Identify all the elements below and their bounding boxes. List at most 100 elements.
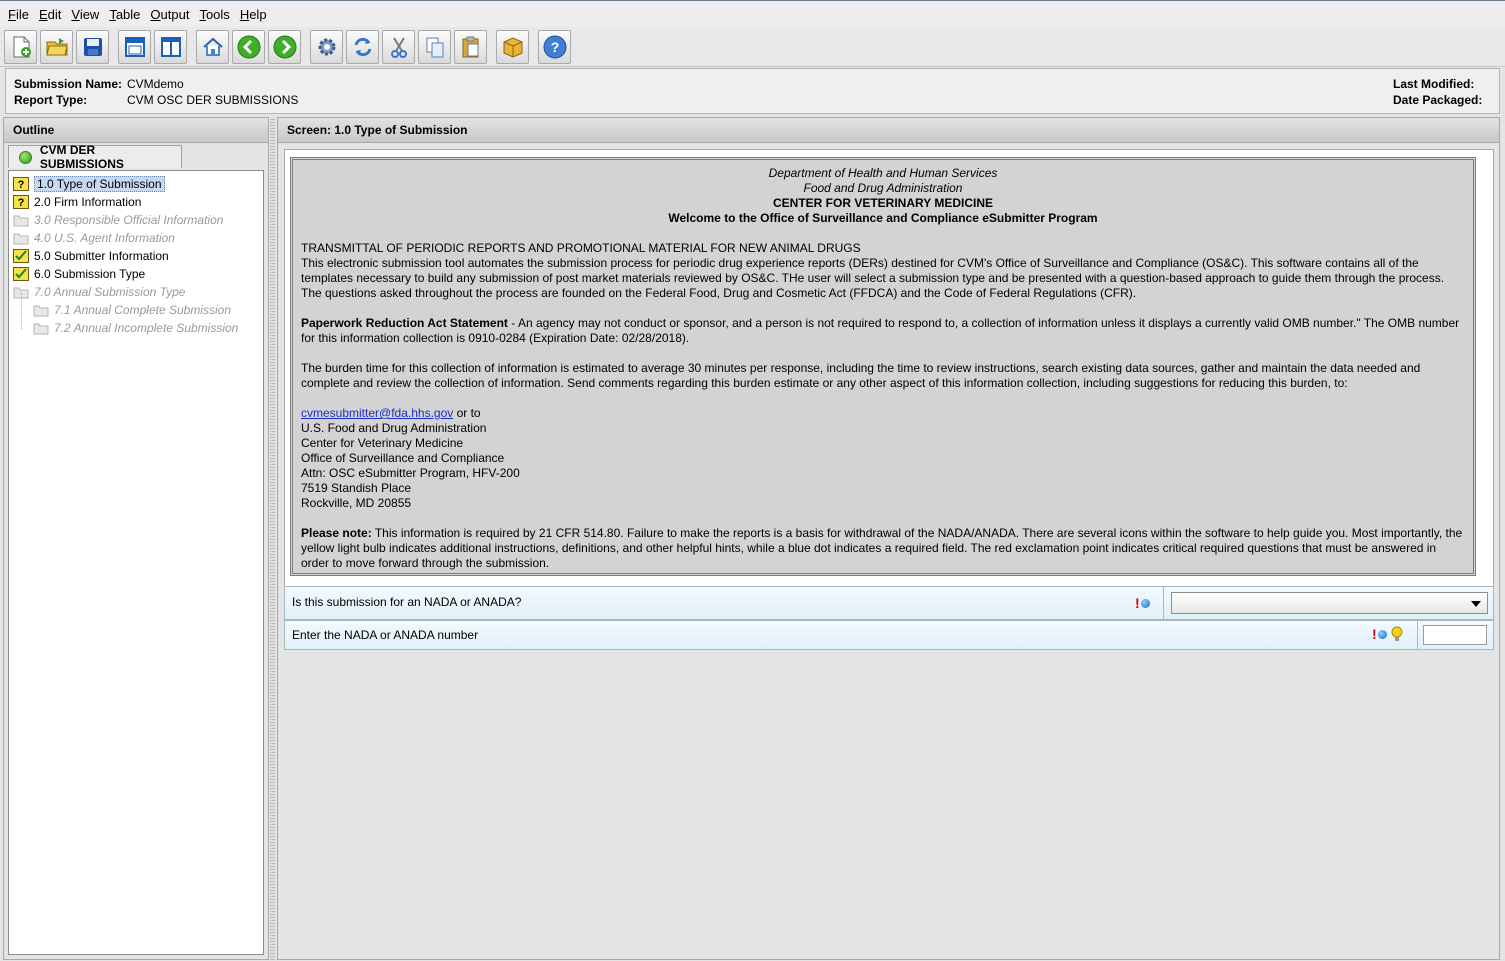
tree-item-label: 6.0 Submission Type [34,267,146,281]
burden-statement: The burden time for this collection of i… [301,361,1421,390]
split-window-icon [160,36,181,57]
paste-button[interactable] [454,29,487,64]
welcome-line: Welcome to the Office of Surveillance an… [668,211,1098,225]
menu-item[interactable]: File [3,7,34,22]
split-window-button[interactable] [154,29,187,64]
paste-icon [462,36,478,57]
menu-label: elp [249,6,267,22]
outline-title: Outline [4,118,268,143]
intro-text-box: Department of Health and Human Services … [290,157,1476,576]
menu-item[interactable]: Tools [194,7,234,22]
required-dot-icon [1377,629,1387,639]
help-icon: ? [543,35,566,58]
menu-item[interactable]: Table [104,7,145,22]
tree-item-label: 5.0 Submitter Information [34,249,169,263]
cut-button[interactable] [382,29,415,64]
menu-bar: File Edit View Table Output Tools Help [0,0,1505,27]
copy-icon [426,37,443,57]
required-markers: ! [1372,626,1404,642]
menu-mnemonic: H [239,6,250,22]
tree-item[interactable]: 6.0 Submission Type [13,265,145,283]
nada-number-field[interactable] [1423,625,1487,645]
back-button[interactable] [232,29,265,64]
tree-item: 7.2 Annual Incomplete Submission [33,319,238,337]
home-button[interactable] [196,29,229,64]
required-markers: ! [1135,595,1150,611]
help-button[interactable]: ? [538,29,571,64]
tree-item[interactable]: 5.0 Submitter Information [13,247,169,265]
last-modified-label: Last Modified: [1393,77,1475,91]
svg-text:?: ? [18,179,25,191]
tree-item-label: 7.0 Annual Submission Type [34,285,186,299]
tree-item-label: 1.0 Type of Submission [34,176,165,192]
address-line: Office of Surveillance and Compliance [301,451,505,465]
new-document-button[interactable] [4,29,37,64]
back-arrow-icon [237,35,260,58]
submission-header: Submission Name: CVMdemo Report Type: CV… [5,68,1500,114]
tree-item: 7.0 Annual Submission Type [13,283,185,301]
center-line: CENTER FOR VETERINARY MEDICINE [772,196,994,210]
dept-line: Department of Health and Human Services [768,166,998,180]
submission-name-label: Submission Name: [14,77,123,91]
outline-tree: ? 1.0 Type of Submission? 2.0 Firm Informa… [8,170,264,955]
menu-item[interactable]: View [66,7,104,22]
check-status-icon [13,267,29,281]
question-status-icon: ? [13,177,29,191]
critical-exclamation-icon: ! [1135,595,1140,611]
settings-button[interactable] [310,29,343,64]
forward-button[interactable] [268,29,301,64]
menu-mnemonic: V [71,6,80,22]
open-button[interactable] [40,29,73,64]
toolbar: ? [0,27,1505,67]
folder-icon [33,321,49,335]
menu-label: iew [79,6,100,22]
menu-mnemonic: F [8,6,16,22]
chevron-down-icon [1471,601,1481,607]
date-packaged-label: Date Packaged: [1393,93,1483,107]
screen-title: Screen: 1.0 Type of Submission [278,118,1499,143]
new-document-icon [13,36,31,57]
agency-line: Food and Drug Administration [803,181,963,195]
panel-splitter[interactable] [270,117,275,960]
package-button[interactable] [496,29,529,64]
question-label: Enter the NADA or ANADA number [292,628,479,642]
paperwork-label: Paperwork Reduction Act Statement [301,316,508,330]
tree-item: 3.0 Responsible Official Information [13,211,223,229]
menu-item[interactable]: Help [235,7,272,22]
svg-text:?: ? [550,39,559,55]
lightbulb-icon[interactable] [1390,626,1404,642]
menu-label: utput [160,6,190,22]
outline-tab[interactable]: CVM DER SUBMISSIONS [8,143,182,171]
or-to-text: or to [453,406,481,420]
copy-button[interactable] [418,29,451,64]
question-status-icon: ? [13,195,29,209]
outline-tab-label: CVM DER SUBMISSIONS [39,143,124,171]
open-folder-icon [45,37,68,55]
transmittal-title: TRANSMITTAL OF PERIODIC REPORTS AND PROM… [301,241,861,255]
check-status-icon [13,249,29,263]
menu-item[interactable]: Output [145,7,194,22]
critical-exclamation-icon: ! [1372,626,1377,642]
svg-text:?: ? [18,197,25,209]
submission-name-value: CVMdemo [127,77,184,91]
question-label: Is this submission for an NADA or ANADA? [292,595,522,609]
nada-anada-select[interactable] [1171,592,1488,614]
email-link[interactable]: cvmesubmitter@fda.hhs.gov [301,406,453,420]
tree-item[interactable]: ? 1.0 Type of Submission [13,175,165,193]
menu-label: able [115,6,141,22]
menu-label: ile [15,6,29,22]
tree-item[interactable]: ? 2.0 Firm Information [13,193,141,211]
refresh-button[interactable] [346,29,379,64]
note-label: Please note: [301,526,372,540]
screen-panel: Screen: 1.0 Type of Submission Departmen… [277,117,1500,960]
menu-item[interactable]: Edit [34,7,66,22]
forward-arrow-icon [273,35,296,58]
save-button[interactable] [76,29,109,64]
folder-icon [33,303,49,317]
single-window-button[interactable] [118,29,151,64]
report-type-label: Report Type: [14,93,88,107]
settings-gear-icon [318,38,335,55]
folder-icon [13,213,29,227]
single-window-icon [124,36,145,57]
folder-icon [13,231,29,245]
